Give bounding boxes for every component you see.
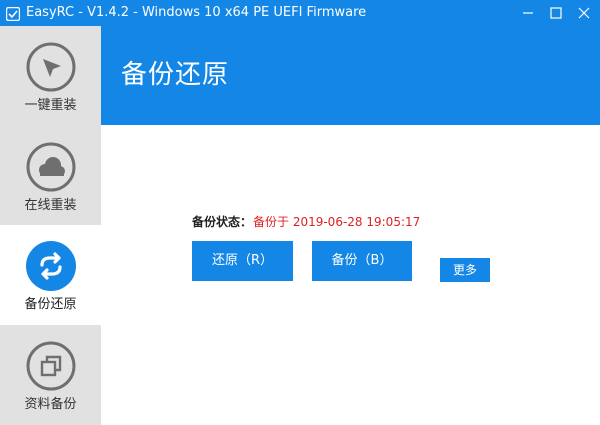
sidebar: 一键重装 在线重装 备份还原 资料备份 <box>0 26 101 425</box>
title-bar: EasyRC - V1.4.2 - Windows 10 x64 PE UEFI… <box>0 0 600 26</box>
page-header: 备份还原 <box>101 26 600 125</box>
sidebar-item-label: 一键重装 <box>24 98 77 113</box>
page-title: 备份还原 <box>121 60 230 90</box>
window-title: EasyRC - V1.4.2 - Windows 10 x64 PE UEFI… <box>26 5 367 20</box>
sidebar-item-one-key-reinstall[interactable]: 一键重装 <box>0 26 101 126</box>
backup-status-value: 备份于 2019-06-28 19:05:17 <box>253 215 421 229</box>
minimize-button[interactable] <box>514 0 542 26</box>
sidebar-item-online-reinstall[interactable]: 在线重装 <box>0 126 101 226</box>
sync-arrows-icon <box>26 241 76 291</box>
sidebar-item-label: 在线重装 <box>24 198 77 213</box>
sidebar-item-label: 备份还原 <box>24 297 77 312</box>
sidebar-item-data-backup[interactable]: 资料备份 <box>0 325 101 425</box>
cloud-icon <box>26 142 76 192</box>
more-button[interactable]: 更多 <box>440 258 490 282</box>
app-icon <box>5 6 21 22</box>
backup-button[interactable]: 备份（B） <box>312 241 412 281</box>
cursor-arrow-icon <box>26 42 76 92</box>
sidebar-item-backup-restore[interactable]: 备份还原 <box>0 225 101 325</box>
close-button[interactable] <box>570 0 598 26</box>
sidebar-item-label: 资料备份 <box>24 397 77 412</box>
restore-button[interactable]: 还原（R） <box>192 241 293 281</box>
backup-status-label: 备份状态： <box>192 215 253 229</box>
maximize-button[interactable] <box>542 0 570 26</box>
copy-icon <box>26 341 76 391</box>
